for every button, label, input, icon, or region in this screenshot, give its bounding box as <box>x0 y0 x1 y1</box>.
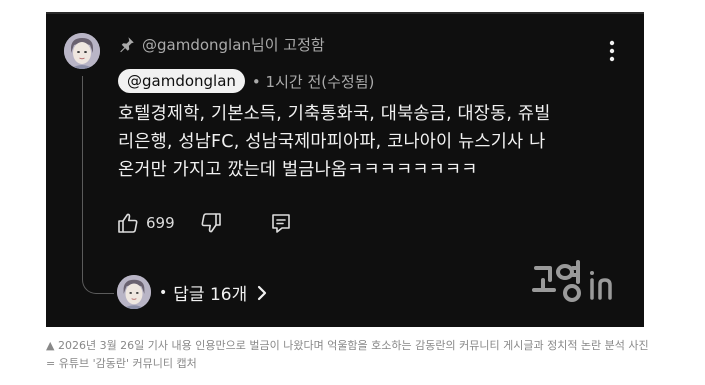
thumbs-down-icon[interactable] <box>199 211 223 235</box>
comment-reply-icon[interactable] <box>269 211 293 235</box>
goyang-in-logo <box>532 258 630 304</box>
comment-timestamp[interactable]: • 1시간 전(수정됨) <box>252 71 374 92</box>
youtube-comment-screenshot: @gamdonglan님이 고정함 @gamdonglan • 1시간 전(수정… <box>46 12 644 327</box>
pin-icon <box>118 35 136 53</box>
more-vertical-icon[interactable] <box>608 40 616 62</box>
replies-toggle[interactable]: • 답글 16개 <box>159 280 269 305</box>
chevron-right-icon <box>255 284 269 302</box>
comment-text: 호텔경제학, 기본소득, 기축통화국, 대북송금, 대장동, 쥬빌 리은행, 성… <box>118 104 551 180</box>
pinned-label-row: @gamdonglan님이 고정함 <box>118 32 325 56</box>
reply-thread-line <box>82 76 114 294</box>
replies-count-label: 답글 16개 <box>173 285 248 305</box>
comment-actions: 699 <box>116 210 293 236</box>
replies-dot: • <box>159 284 168 301</box>
page: @gamdonglan님이 고정함 @gamdonglan • 1시간 전(수정… <box>0 0 705 385</box>
author-handle[interactable]: @gamdonglan <box>118 69 245 93</box>
photo-caption: ▲ 2026년 3월 26일 기사 내용 인용만으로 벌금이 나왔다며 억울함을… <box>46 339 649 370</box>
avatar[interactable] <box>64 33 100 69</box>
author-row: @gamdonglan • 1시간 전(수정됨) <box>118 69 374 93</box>
reply-avatar <box>117 275 151 309</box>
pinned-by-text: @gamdonglan님이 고정함 <box>142 35 325 54</box>
like-count: 699 <box>146 214 175 232</box>
thumbs-up-icon[interactable] <box>116 211 140 235</box>
